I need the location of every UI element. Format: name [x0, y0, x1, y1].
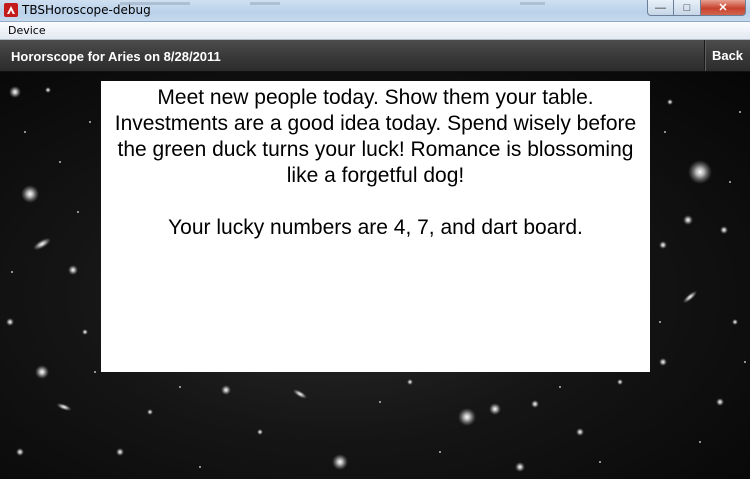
minimize-button[interactable]: —	[647, 0, 674, 16]
horoscope-card: Meet new people today. Show them your ta…	[101, 81, 650, 372]
back-button[interactable]: Back	[704, 40, 750, 71]
app-window: TBSHoroscope-debug — □ ✕ Device Hororsco…	[0, 0, 750, 479]
app-header: Hororscope for Aries on 8/28/2011 Back	[0, 40, 750, 72]
air-app-icon	[4, 3, 18, 17]
page-title: Hororscope for Aries on 8/28/2011	[11, 49, 221, 64]
close-button[interactable]: ✕	[701, 0, 746, 16]
maximize-button[interactable]: □	[674, 0, 701, 16]
window-titlebar[interactable]: TBSHoroscope-debug — □ ✕	[0, 0, 750, 22]
menu-device[interactable]: Device	[8, 24, 46, 37]
titlebar-glass-reflection	[100, 0, 600, 14]
lucky-numbers: Your lucky numbers are 4, 7, and dart bo…	[168, 216, 583, 239]
window-controls: — □ ✕	[647, 0, 746, 16]
menu-bar: Device	[0, 22, 750, 40]
horoscope-reading: Meet new people today. Show them your ta…	[114, 86, 637, 187]
